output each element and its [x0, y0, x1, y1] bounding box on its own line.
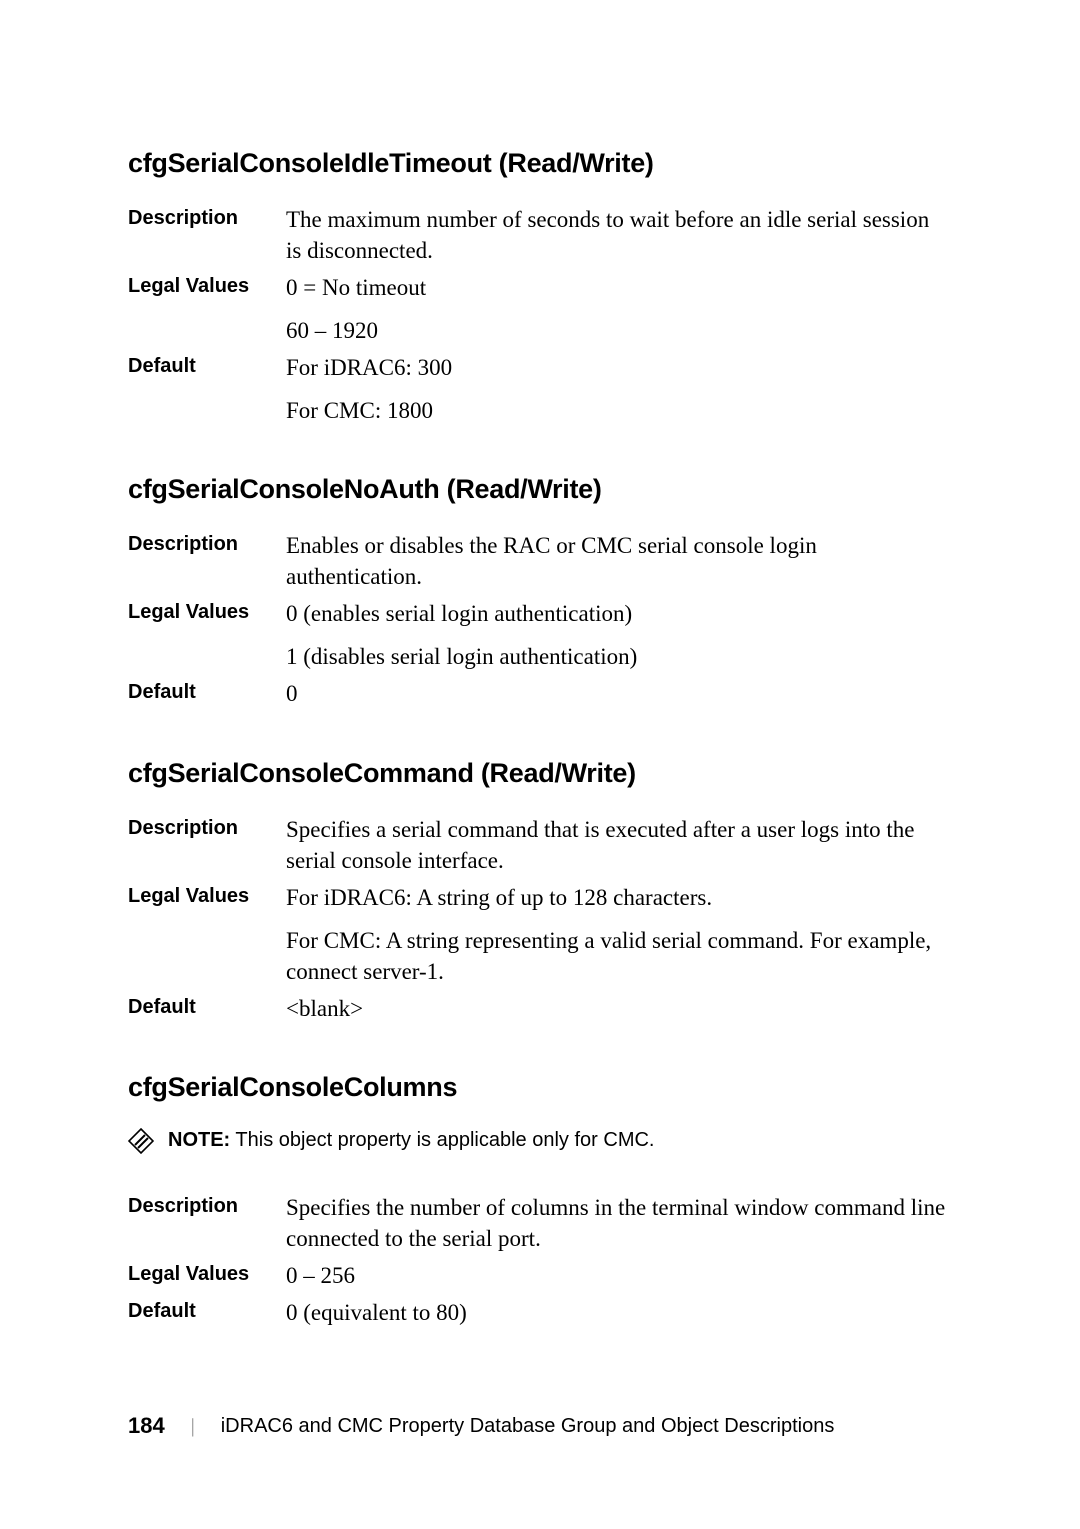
- property-label: Legal Values: [128, 272, 286, 298]
- property-text: The maximum number of seconds to wait be…: [286, 204, 950, 266]
- property-text: 0 (equivalent to 80): [286, 1297, 950, 1328]
- property-label: Default: [128, 678, 286, 704]
- note-body: This object property is applicable only …: [230, 1129, 654, 1151]
- property-value: 0 – 256: [286, 1260, 950, 1291]
- property-label: Description: [128, 1192, 286, 1218]
- section-idle-timeout: cfgSerialConsoleIdleTimeout (Read/Write)…: [128, 148, 950, 426]
- property-text: 60 – 1920: [286, 315, 950, 346]
- property-text: For CMC: A string representing a valid s…: [286, 925, 950, 987]
- page-number: 184: [128, 1413, 165, 1439]
- property-label: Default: [128, 993, 286, 1019]
- property-label: Default: [128, 1297, 286, 1323]
- property-row: Default For iDRAC6: 300 For CMC: 1800: [128, 352, 950, 426]
- property-text: 0 = No timeout: [286, 272, 950, 303]
- property-text: For iDRAC6: A string of up to 128 charac…: [286, 882, 950, 913]
- property-text: Enables or disables the RAC or CMC seria…: [286, 530, 950, 592]
- property-label: Default: [128, 352, 286, 378]
- property-row: Default 0 (equivalent to 80): [128, 1297, 950, 1328]
- property-text: Specifies a serial command that is execu…: [286, 814, 950, 876]
- property-label: Description: [128, 204, 286, 230]
- property-value: 0 (equivalent to 80): [286, 1297, 950, 1328]
- property-label: Legal Values: [128, 882, 286, 908]
- property-row: Description Specifies a serial command t…: [128, 814, 950, 876]
- footer-title: iDRAC6 and CMC Property Database Group a…: [221, 1415, 835, 1438]
- property-value: <blank>: [286, 993, 950, 1024]
- property-text: For CMC: 1800: [286, 395, 950, 426]
- section-title: cfgSerialConsoleNoAuth (Read/Write): [128, 474, 950, 505]
- property-text: Specifies the number of columns in the t…: [286, 1192, 950, 1254]
- property-value: 0 = No timeout 60 – 1920: [286, 272, 950, 346]
- property-value: 0 (enables serial login authentication) …: [286, 598, 950, 672]
- section-command: cfgSerialConsoleCommand (Read/Write) Des…: [128, 758, 950, 1024]
- note-row: NOTE: This object property is applicable…: [128, 1128, 950, 1154]
- page-footer: 184 | iDRAC6 and CMC Property Database G…: [128, 1413, 834, 1439]
- section-title: cfgSerialConsoleCommand (Read/Write): [128, 758, 950, 789]
- note-text: NOTE: This object property is applicable…: [168, 1129, 654, 1152]
- section-columns: cfgSerialConsoleColumns NOTE: This objec…: [128, 1072, 950, 1328]
- property-text: 1 (disables serial login authentication): [286, 641, 950, 672]
- property-value: The maximum number of seconds to wait be…: [286, 204, 950, 266]
- note-icon: [128, 1128, 154, 1154]
- property-label: Legal Values: [128, 598, 286, 624]
- property-label: Legal Values: [128, 1260, 286, 1286]
- property-value: For iDRAC6: A string of up to 128 charac…: [286, 882, 950, 987]
- property-value: 0: [286, 678, 950, 709]
- property-text: 0 – 256: [286, 1260, 950, 1291]
- section-no-auth: cfgSerialConsoleNoAuth (Read/Write) Desc…: [128, 474, 950, 709]
- property-row: Legal Values 0 (enables serial login aut…: [128, 598, 950, 672]
- note-label: NOTE:: [168, 1129, 230, 1151]
- property-text: 0 (enables serial login authentication): [286, 598, 950, 629]
- property-value: Enables or disables the RAC or CMC seria…: [286, 530, 950, 592]
- property-label: Description: [128, 530, 286, 556]
- property-text: For iDRAC6: 300: [286, 352, 950, 383]
- property-row: Default <blank>: [128, 993, 950, 1024]
- property-row: Description The maximum number of second…: [128, 204, 950, 266]
- property-row: Legal Values 0 – 256: [128, 1260, 950, 1291]
- section-title: cfgSerialConsoleColumns: [128, 1072, 950, 1103]
- property-row: Default 0: [128, 678, 950, 709]
- property-value: Specifies a serial command that is execu…: [286, 814, 950, 876]
- property-value: Specifies the number of columns in the t…: [286, 1192, 950, 1254]
- property-row: Description Specifies the number of colu…: [128, 1192, 950, 1254]
- property-text: 0: [286, 678, 950, 709]
- property-label: Description: [128, 814, 286, 840]
- section-title: cfgSerialConsoleIdleTimeout (Read/Write): [128, 148, 950, 179]
- footer-separator: |: [191, 1415, 195, 1438]
- document-page: cfgSerialConsoleIdleTimeout (Read/Write)…: [0, 0, 1080, 1328]
- property-value: For iDRAC6: 300 For CMC: 1800: [286, 352, 950, 426]
- property-row: Description Enables or disables the RAC …: [128, 530, 950, 592]
- property-row: Legal Values For iDRAC6: A string of up …: [128, 882, 950, 987]
- property-row: Legal Values 0 = No timeout 60 – 1920: [128, 272, 950, 346]
- property-text: <blank>: [286, 993, 950, 1024]
